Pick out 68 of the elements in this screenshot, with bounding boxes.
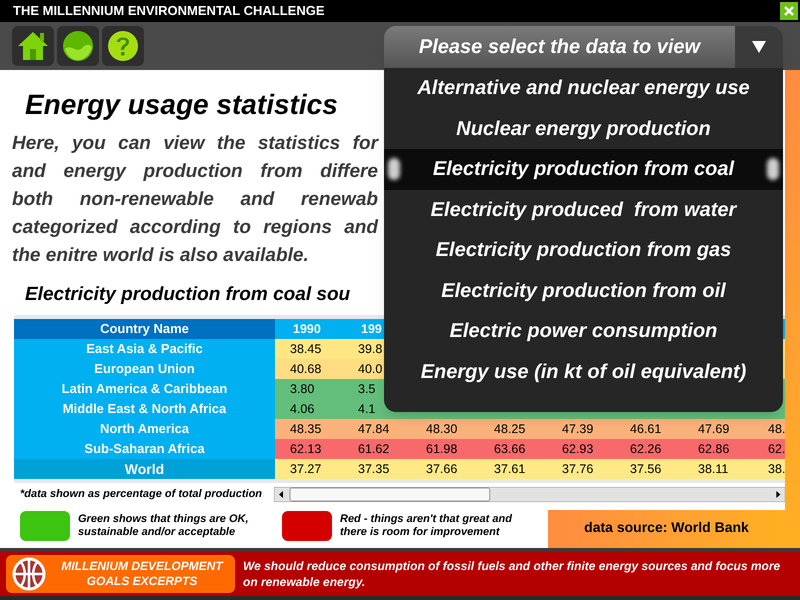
table-cell: 62.86 <box>683 439 751 459</box>
table-cell: 37.76 <box>547 459 615 479</box>
table-cell: 46.61 <box>615 419 683 439</box>
dropdown-option[interactable]: Electricity produced from water <box>384 190 783 230</box>
table-cell: 37.56 <box>615 459 683 479</box>
dropdown-option[interactable]: Nuclear energy production <box>384 108 783 149</box>
table-cell: 37.35 <box>343 459 411 479</box>
table-cell: 61.62 <box>343 439 411 459</box>
horizontal-scrollbar[interactable] <box>274 486 785 502</box>
legend-text: Green shows that things are OK, sustainable and/or acceptable <box>78 513 250 539</box>
table-cell: 62.13 <box>275 439 343 459</box>
column-header: Country Name <box>14 319 275 339</box>
intro-text-line: categorized according to regions and <box>12 216 378 240</box>
home-button[interactable] <box>12 26 54 66</box>
dropdown-option[interactable]: Electricity production from oil <box>384 270 783 311</box>
table-cell: 4.06 <box>275 399 343 419</box>
intro-text-line: and energy production from differe <box>12 160 378 184</box>
intro-text-line: Here, you can view the statistics for <box>12 132 378 156</box>
table-cell: 48.35 <box>275 419 343 439</box>
region-name: World <box>14 459 275 479</box>
help-button[interactable] <box>102 26 144 66</box>
region-name: Middle East & North Africa <box>14 399 275 419</box>
app-title: THE MILLENNIUM ENVIRONMENTAL CHALLENGE <box>13 2 325 20</box>
table-cell: 61.98 <box>411 439 479 459</box>
home-icon <box>16 29 50 63</box>
column-header: 1990 <box>275 319 343 339</box>
table-cell: 47.69 <box>683 419 751 439</box>
legend-text: Red - things aren't that great and there is room for improvement <box>340 513 514 539</box>
data-source: data source: World Bank <box>584 518 749 537</box>
table-cell: 38.45 <box>275 339 343 359</box>
table-cell: 47.84 <box>343 419 411 439</box>
table-cell: 40.68 <box>275 359 343 379</box>
footnote: *data shown as percentage of total production <box>19 486 264 502</box>
table-cell: 48.30 <box>411 419 479 439</box>
badge-text: MILLENIUM DEVELOPMENT GOALS EXCERPTS <box>60 559 224 589</box>
globe-icon <box>61 29 95 63</box>
table-cell: 48. <box>751 419 786 439</box>
table-cell: 47.39 <box>547 419 615 439</box>
globe-icon <box>12 557 46 591</box>
table-title: Electricity production from coal sou <box>25 283 350 307</box>
table-cell: 37.27 <box>275 459 343 479</box>
goals-message: We should reduce consumption of fossil fuels and other finite energy sources and focus more on renewable energy. <box>243 558 782 590</box>
region-name: European Union <box>14 359 275 379</box>
globe-button[interactable] <box>57 26 99 66</box>
caret-down-icon <box>751 40 767 54</box>
table-cell: 62.93 <box>547 439 615 459</box>
intro-text-line: the enitre world is also available. <box>12 244 309 268</box>
region-name: East Asia & Pacific <box>14 339 275 359</box>
region-name: Latin America & Caribbean <box>14 379 275 399</box>
dropdown-option[interactable]: Alternative and nuclear energy use <box>384 68 783 108</box>
close-icon <box>783 5 795 17</box>
page-heading: Energy usage statistics <box>24 88 339 122</box>
region-name: Sub-Saharan Africa <box>14 439 275 459</box>
dropdown-option[interactable]: Electricity production from gas <box>384 230 783 270</box>
data-select-dropdown[interactable]: Please select the data to view <box>384 26 783 68</box>
table-cell: 3.80 <box>275 379 343 399</box>
table-cell: 37.61 <box>479 459 547 479</box>
table-cell: 38.11 <box>683 459 751 479</box>
table-cell: 63.66 <box>479 439 547 459</box>
intro-text-line: both non-renewable and renewab <box>12 188 378 212</box>
table-cell: 37.66 <box>411 459 479 479</box>
table-cell: 62. <box>751 439 786 459</box>
help-icon <box>106 29 140 63</box>
dropdown-option[interactable]: Electricity production from coal <box>384 149 783 190</box>
table-cell: 48.25 <box>479 419 547 439</box>
table-cell: 38. <box>751 459 786 479</box>
table-cell: 62.26 <box>615 439 683 459</box>
region-name: North America <box>14 419 275 439</box>
